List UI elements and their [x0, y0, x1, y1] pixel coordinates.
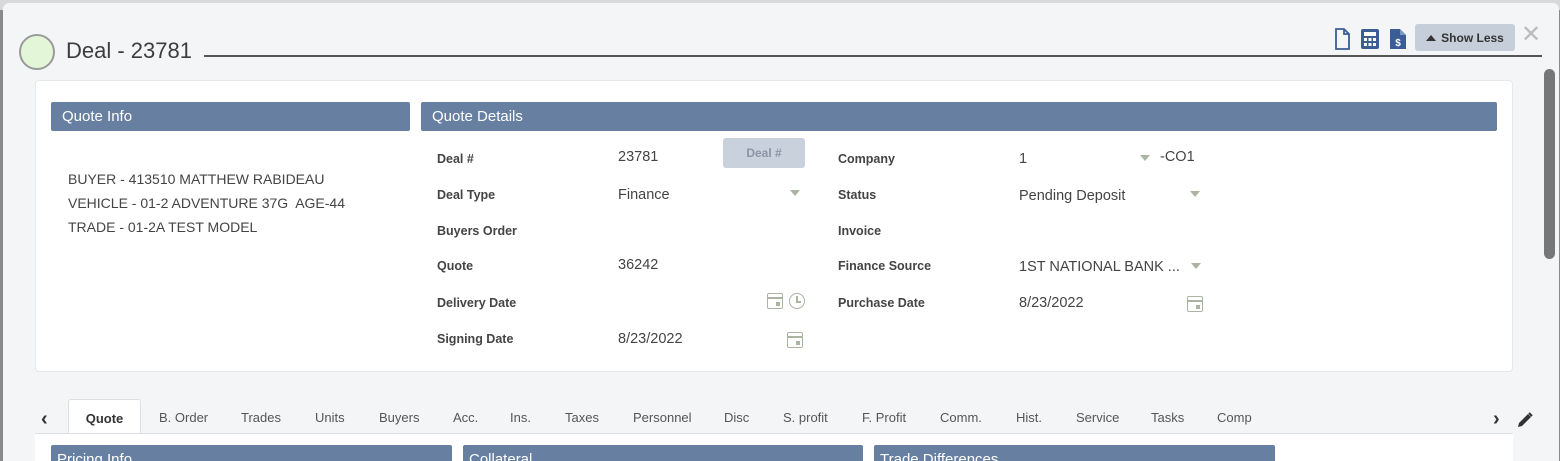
tabs-scroll-left-icon[interactable]: ‹ [41, 408, 48, 431]
delivery-time-clock-icon[interactable] [789, 293, 805, 309]
vertical-scrollbar[interactable] [1544, 69, 1555, 259]
deal-number-value: 23781 [618, 149, 659, 165]
caret-up-icon [1426, 34, 1437, 41]
tab-personnel[interactable]: Personnel [633, 410, 692, 425]
quote-info-header: Quote Info [51, 102, 410, 131]
trade-differences-header: Trade Differences [874, 445, 1275, 461]
tab-disc[interactable]: Disc [724, 410, 749, 425]
signing-date-input[interactable]: 8/23/2022 [618, 331, 683, 347]
status-label: Status [838, 188, 877, 202]
quote-value: 36242 [618, 257, 659, 273]
tab-quote[interactable]: Quote [68, 399, 141, 435]
deal-number-label: Deal # [437, 152, 474, 166]
tab-comm[interactable]: Comm. [940, 410, 982, 425]
signing-date-label: Signing Date [437, 332, 514, 346]
deal-title: Deal - 23781 [66, 38, 192, 63]
delivery-date-label: Delivery Date [437, 296, 517, 310]
tab-service[interactable]: Service [1076, 410, 1119, 425]
tab-buyers[interactable]: Buyers [379, 410, 419, 425]
status-select[interactable]: Pending Deposit [1019, 188, 1125, 204]
edit-pencil-icon[interactable] [1516, 411, 1534, 429]
quote-details-header: Quote Details [421, 102, 1497, 131]
tabs-scroll-right-icon[interactable]: › [1493, 408, 1500, 431]
company-dropdown-icon[interactable] [1140, 155, 1150, 161]
status-dropdown-icon[interactable] [1190, 191, 1200, 197]
finance-source-label: Finance Source [838, 259, 932, 273]
show-less-label: Show Less [1441, 30, 1504, 45]
purchase-date-label: Purchase Date [838, 296, 925, 310]
quote-info-trade: TRADE - 01-2A TEST MODEL [68, 219, 258, 235]
purchase-date-input[interactable]: 8/23/2022 [1019, 295, 1084, 311]
signing-date-calendar-icon[interactable] [787, 332, 803, 348]
deal-modal: Deal - 23781 $ Show Less ✕ Quote Info Qu… [3, 3, 1559, 461]
deal-type-select[interactable]: Finance [618, 187, 670, 203]
close-icon[interactable]: ✕ [1521, 23, 1541, 47]
invoice-dollar-icon[interactable]: $ [1387, 27, 1409, 51]
tab-b-order[interactable]: B. Order [159, 410, 208, 425]
tab-accessories[interactable]: Acc. [453, 410, 478, 425]
tab-hist[interactable]: Hist. [1016, 410, 1042, 425]
tab-units[interactable]: Units [315, 410, 345, 425]
tab-s-profit[interactable]: S. profit [783, 410, 828, 425]
title-divider [204, 55, 1542, 57]
show-less-button[interactable]: Show Less [1415, 24, 1515, 51]
company-select[interactable]: 1 [1019, 151, 1027, 167]
delivery-date-calendar-icon[interactable] [767, 293, 783, 309]
deal-type-dropdown-icon[interactable] [790, 190, 800, 196]
tab-insurance[interactable]: Ins. [510, 410, 531, 425]
purchase-date-calendar-icon[interactable] [1187, 296, 1203, 312]
quote-info-buyer: BUYER - 413510 MATTHEW RABIDEAU [68, 171, 325, 187]
collateral-header: Collateral [463, 445, 863, 461]
company-label: Company [838, 152, 895, 166]
tab-f-profit[interactable]: F. Profit [862, 410, 906, 425]
quote-info-vehicle: VEHICLE - 01-2 ADVENTURE 37G AGE-44 [68, 195, 345, 211]
deal-type-label: Deal Type [437, 188, 496, 202]
document-icon[interactable] [1331, 27, 1353, 51]
deal-status-indicator [19, 34, 55, 70]
tab-taxes[interactable]: Taxes [565, 410, 599, 425]
quote-label: Quote [437, 259, 474, 273]
tab-tasks[interactable]: Tasks [1151, 410, 1184, 425]
pricing-info-header: Pricing Info [51, 445, 452, 461]
calculator-icon[interactable] [1359, 27, 1381, 51]
finance-source-select[interactable]: 1ST NATIONAL BANK ... [1019, 259, 1180, 275]
svg-text:$: $ [1395, 38, 1401, 49]
deal-number-button[interactable]: Deal # [723, 138, 805, 168]
invoice-label: Invoice [838, 224, 882, 238]
tab-comp[interactable]: Comp [1217, 410, 1252, 425]
company-code: -CO1 [1160, 149, 1195, 165]
finance-source-dropdown-icon[interactable] [1191, 263, 1201, 269]
tab-trades[interactable]: Trades [241, 410, 281, 425]
buyers-order-label: Buyers Order [437, 224, 517, 238]
